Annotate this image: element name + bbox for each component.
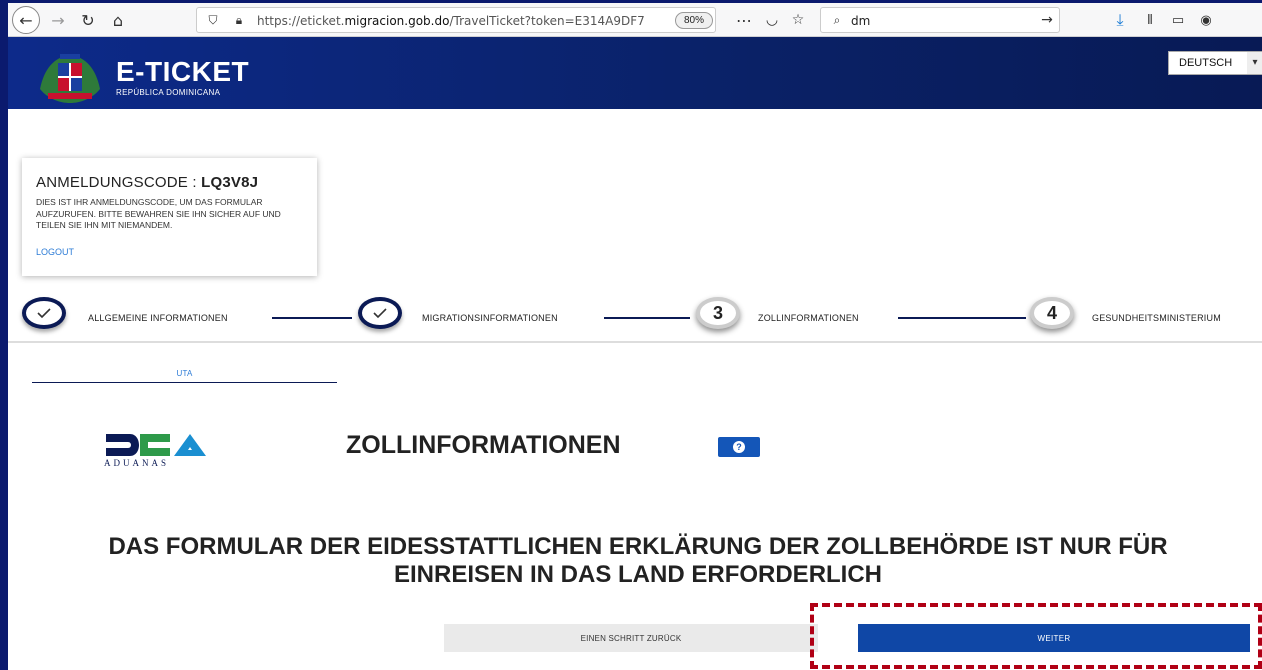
account-icon[interactable]: ◉ bbox=[1194, 8, 1218, 32]
step-1-label: ALLGEMEINE INFORMATIONEN bbox=[88, 313, 228, 323]
step-2-label: MIGRATIONSINFORMATIONEN bbox=[422, 313, 558, 323]
tab-uta-label: UTA bbox=[176, 369, 193, 378]
step-2-circle[interactable] bbox=[358, 297, 402, 329]
step-3-label: ZOLLINFORMATIONEN bbox=[758, 313, 859, 323]
site-header: E-TICKET REPÚBLICA DOMINICANA DEUTSCH ▾ bbox=[8, 37, 1262, 109]
chevron-down-icon: ▾ bbox=[1247, 52, 1262, 74]
step-4-label: GESUNDHEITSMINISTERIUM bbox=[1092, 313, 1221, 323]
step-connector bbox=[604, 317, 690, 319]
registration-code-heading: ANMELDUNGSCODE : LQ3V8J bbox=[36, 174, 258, 191]
download-icon[interactable]: ⤓ bbox=[1108, 8, 1132, 32]
help-button[interactable]: ? bbox=[718, 437, 760, 457]
progress-stepper: ALLGEMEINE INFORMATIONEN MIGRATIONSINFOR… bbox=[8, 293, 1262, 343]
step-1-circle[interactable] bbox=[22, 297, 66, 329]
page-actions-icon[interactable]: ⋯ bbox=[732, 8, 756, 32]
outer-frame: ← → ↻ ⌂ ⛉ 🔒︎ https://eticket.migracion.g… bbox=[0, 0, 1262, 670]
search-icon: ⌕ bbox=[833, 12, 841, 27]
bookmark-star-icon[interactable]: ☆ bbox=[786, 8, 810, 32]
logout-link[interactable]: LOGOUT bbox=[36, 247, 74, 257]
browser-toolbar: ← → ↻ ⌂ ⛉ 🔒︎ https://eticket.migracion.g… bbox=[8, 3, 1262, 37]
next-button[interactable]: WEITER bbox=[858, 624, 1250, 652]
library-icon[interactable]: ⫴ bbox=[1138, 8, 1162, 32]
reload-icon[interactable]: ↻ bbox=[76, 8, 100, 32]
brand-subtitle: REPÚBLICA DOMINICANA bbox=[116, 88, 221, 97]
language-select[interactable]: DEUTSCH ▾ bbox=[1168, 51, 1262, 75]
registration-code-description: DIES IST IHR ANMELDUNGSCODE, UM DAS FORM… bbox=[36, 197, 281, 230]
coat-of-arms-logo bbox=[40, 54, 100, 103]
language-select-value: DEUTSCH bbox=[1179, 57, 1233, 69]
lock-icon[interactable]: 🔒︎ bbox=[227, 8, 251, 32]
registration-code-value: LQ3V8J bbox=[201, 174, 259, 191]
home-icon[interactable]: ⌂ bbox=[106, 8, 130, 32]
question-icon: ? bbox=[733, 441, 745, 453]
browser-window: ← → ↻ ⌂ ⛉ 🔒︎ https://eticket.migracion.g… bbox=[8, 3, 1262, 670]
checkmark-icon bbox=[37, 308, 51, 319]
sidebar-icon[interactable]: ▭ bbox=[1166, 8, 1190, 32]
search-input-value[interactable]: dm bbox=[851, 14, 870, 28]
browser-back-button[interactable]: ← bbox=[12, 6, 40, 34]
tab-uta[interactable]: UTA bbox=[32, 363, 337, 383]
section-title: ZOLLINFORMATIONEN bbox=[346, 431, 621, 459]
shield-icon[interactable]: ⛉ bbox=[201, 8, 225, 32]
url-text[interactable]: https://eticket.migracion.gob.do/TravelT… bbox=[257, 14, 645, 28]
search-bar[interactable]: ⌕ dm → bbox=[820, 7, 1060, 33]
search-go-arrow-icon[interactable]: → bbox=[1035, 8, 1059, 32]
registration-code-label: ANMELDUNGSCODE : bbox=[36, 174, 202, 191]
address-bar[interactable]: ⛉ 🔒︎ https://eticket.migracion.gob.do/Tr… bbox=[196, 7, 716, 33]
dga-logo-text: ADUANAS bbox=[104, 458, 170, 468]
step-connector bbox=[272, 317, 352, 319]
zoom-level-badge[interactable]: 80% bbox=[675, 12, 713, 29]
pocket-icon[interactable]: ◡ bbox=[760, 8, 784, 32]
customs-notice: DAS FORMULAR DER EIDESSTATTLICHEN ERKLÄR… bbox=[108, 533, 1168, 588]
previous-step-button[interactable]: EINEN SCHRITT ZURÜCK bbox=[444, 624, 818, 652]
step-3-circle[interactable]: 3 bbox=[696, 297, 740, 329]
registration-code-card: ANMELDUNGSCODE : LQ3V8J DIES IST IHR ANM… bbox=[22, 158, 317, 276]
brand-title: E-TICKET bbox=[116, 56, 250, 87]
step-4-circle[interactable]: 4 bbox=[1030, 297, 1074, 329]
step-connector bbox=[898, 317, 1026, 319]
browser-forward-button[interactable]: → bbox=[46, 8, 70, 32]
checkmark-icon bbox=[373, 308, 387, 319]
